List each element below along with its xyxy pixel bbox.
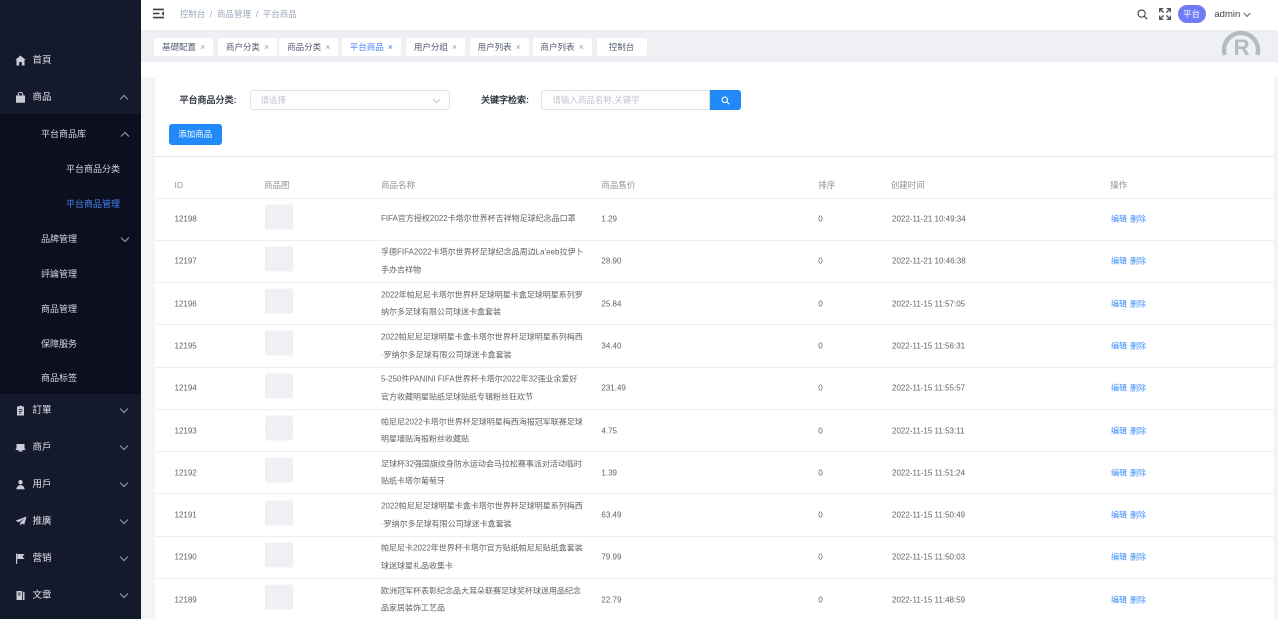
svg-text:R: R — [1233, 35, 1249, 60]
